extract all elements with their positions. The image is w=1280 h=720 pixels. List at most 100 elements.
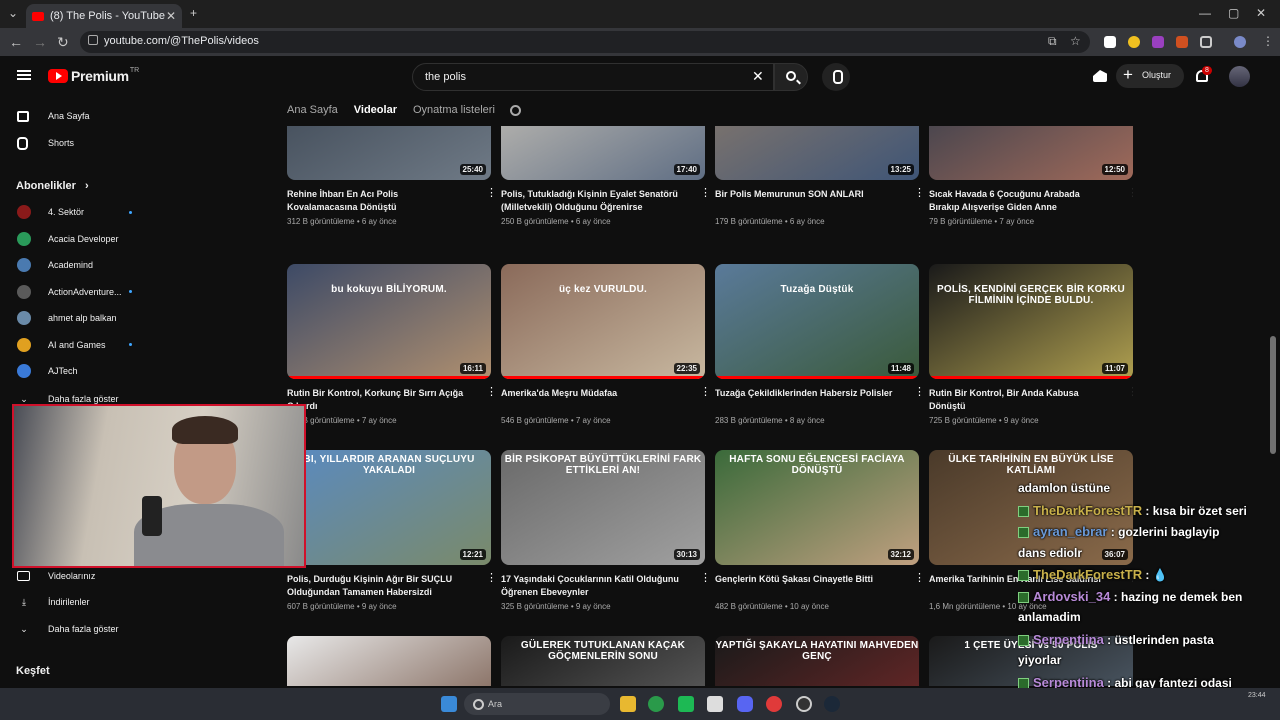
url-input[interactable]: youtube.com/@ThePolis/videos: [80, 31, 1090, 53]
install-icon[interactable]: ⧉: [1048, 34, 1057, 49]
clear-search-icon[interactable]: ✕: [752, 68, 764, 85]
more-actions-icon[interactable]: ⋮: [700, 573, 711, 584]
extension-icon[interactable]: [1128, 36, 1140, 48]
video-thumbnail[interactable]: 25:40: [287, 126, 491, 180]
obs-icon[interactable]: [796, 696, 812, 712]
cast-icon[interactable]: [1093, 70, 1107, 82]
page-scrollbar[interactable]: [1270, 336, 1276, 454]
video-card[interactable]: HAFTA SONU EĞLENCESİ FACİAYA DÖNÜŞTÜ 32:1…: [715, 450, 925, 611]
more-actions-icon[interactable]: ⋮: [486, 387, 497, 398]
video-title[interactable]: Rehine İhbarı En Acı Polis Kovalamacasın…: [287, 188, 467, 214]
video-title[interactable]: Amerika'da Meşru Müdafaa: [501, 387, 681, 413]
restore-icon[interactable]: ▢: [1228, 6, 1239, 20]
extension-icon[interactable]: [1104, 36, 1116, 48]
more-actions-icon[interactable]: ⋮: [486, 573, 497, 584]
tab-list-icon[interactable]: ⌄: [8, 6, 18, 20]
video-card[interactable]: YAPTIĞI ŞAKAYLA HAYATINI MAHVEDEN GENÇ: [715, 636, 919, 686]
video-title[interactable]: Rutin Bir Kontrol, Bir Anda Kabusa Dönüş…: [929, 387, 1109, 413]
taskbar-search[interactable]: Ara: [464, 693, 610, 715]
more-actions-icon[interactable]: ⋮: [914, 387, 925, 398]
sidebar-item-subscription[interactable]: Acacia Developer: [0, 226, 155, 252]
video-thumbnail[interactable]: POLİS, KENDİNİ GERÇEK BİR KORKU FİLMİNİN…: [929, 264, 1133, 379]
video-card[interactable]: BI, YILLARDIR ARANAN SUÇLUYU YAKALADI 12:…: [287, 450, 497, 611]
more-actions-icon[interactable]: ⋮: [914, 573, 925, 584]
video-thumbnail[interactable]: YAPTIĞI ŞAKAYLA HAYATINI MAHVEDEN GENÇ: [715, 636, 919, 686]
video-card[interactable]: BİR PSİKOPAT BÜYÜTTÜKLERİNİ FARK ETTİKLE…: [501, 450, 711, 611]
sidebar-item-subscription[interactable]: AI and Games: [0, 332, 155, 358]
sidebar-item-shorts[interactable]: Shorts: [0, 130, 155, 156]
tab-videos[interactable]: Videolar: [354, 104, 397, 116]
extensions-puzzle-icon[interactable]: [1200, 36, 1212, 48]
new-tab-icon[interactable]: +: [190, 6, 197, 20]
more-actions-icon[interactable]: ⋮: [486, 188, 497, 199]
profile-avatar-icon[interactable]: [1234, 36, 1246, 48]
create-button[interactable]: Oluştur: [1116, 64, 1184, 88]
chrome-icon[interactable]: [648, 696, 664, 712]
sidebar-item-downloads[interactable]: ⤓ İndirilenler: [0, 589, 155, 615]
channel-search-icon[interactable]: [510, 105, 521, 116]
discord-icon[interactable]: [737, 696, 753, 712]
bookmark-star-icon[interactable]: ☆: [1070, 34, 1081, 48]
video-thumbnail[interactable]: GÜLEREK TUTUKLANAN KAÇAK GÖÇMENLERİN SON…: [501, 636, 705, 686]
video-title[interactable]: Gençlerin Kötü Şakası Cinayetle Bitti: [715, 573, 895, 599]
file-explorer-icon[interactable]: [620, 696, 636, 712]
extension-icon[interactable]: [1152, 36, 1164, 48]
sidebar-item-subscription[interactable]: Academind: [0, 252, 155, 278]
hamburger-menu-icon[interactable]: [17, 70, 31, 80]
tab-playlists[interactable]: Oynatma listeleri: [413, 104, 495, 116]
more-actions-icon[interactable]: ⋮: [914, 188, 925, 199]
video-card[interactable]: üç kez VURULDU. 22:35 Amerika'da Meşru Müd…: [501, 264, 711, 425]
video-card[interactable]: [287, 636, 491, 686]
video-thumbnail[interactable]: Tuzağa Düştük 11:48: [715, 264, 919, 379]
video-card[interactable]: bu kokuyu BİLİYORUM. 16:11 Rutin Bir Kontr…: [287, 264, 497, 425]
sidebar-item-subscription[interactable]: ahmet alp balkan: [0, 305, 155, 331]
search-input[interactable]: the polis: [412, 63, 774, 91]
video-title[interactable]: Bir Polis Memurunun SON ANLARI: [715, 188, 895, 214]
account-avatar[interactable]: [1229, 66, 1250, 87]
video-card[interactable]: KATİLİ13:25 Bir Polis Memurunun SON ANLAR…: [715, 126, 925, 226]
more-actions-icon[interactable]: ⋮: [700, 387, 711, 398]
video-card[interactable]: 12:50 Sıcak Havada 6 Çocuğunu Arabada Bır…: [929, 126, 1133, 226]
sidebar-item-subscription[interactable]: ActionAdventure...: [0, 279, 155, 305]
search-button[interactable]: [774, 63, 808, 91]
extension-icon[interactable]: [1176, 36, 1188, 48]
reload-icon[interactable]: ↻: [57, 34, 69, 51]
show-more-button-2[interactable]: ⌄ Daha fazla göster: [0, 616, 155, 642]
video-card[interactable]: Tuzağa Düştük 11:48 Tuzağa Çekildiklerinde…: [715, 264, 925, 425]
video-thumbnail[interactable]: BİR PSİKOPAT BÜYÜTTÜKLERİNİ FARK ETTİKLE…: [501, 450, 705, 565]
minimize-icon[interactable]: —: [1199, 6, 1211, 20]
youtube-premium-logo[interactable]: Premium TR: [48, 67, 139, 84]
more-actions-icon[interactable]: ⋮: [1128, 188, 1133, 199]
youtube-app-icon[interactable]: [766, 696, 782, 712]
video-thumbnail[interactable]: KATİLİ13:25: [715, 126, 919, 180]
video-title[interactable]: 17 Yaşındaki Çocuklarının Katil Olduğunu…: [501, 573, 681, 599]
video-card[interactable]: GÜLEREK TUTUKLANAN KAÇAK GÖÇMENLERİN SON…: [501, 636, 705, 686]
close-window-icon[interactable]: ✕: [1256, 6, 1266, 20]
tab-home[interactable]: Ana Sayfa: [287, 104, 338, 116]
video-thumbnail[interactable]: BI, YILLARDIR ARANAN SUÇLUYU YAKALADI 12:…: [287, 450, 491, 565]
subscriptions-heading[interactable]: Abonelikler ›: [16, 180, 89, 192]
voice-search-icon[interactable]: [822, 63, 850, 91]
video-thumbnail[interactable]: 17:40: [501, 126, 705, 180]
video-title[interactable]: Polis, Durduğu Kişinin Ağır Bir SUÇLU Ol…: [287, 573, 467, 599]
sidebar-item-subscription[interactable]: AJTech: [0, 358, 155, 384]
video-title[interactable]: Sıcak Havada 6 Çocuğunu Arabada Bırakıp …: [929, 188, 1109, 214]
video-title[interactable]: Rutin Bir Kontrol, Korkunç Bir Sırrı Açı…: [287, 387, 467, 413]
more-actions-icon[interactable]: ⋮: [700, 188, 711, 199]
video-title[interactable]: Polis, Tutukladığı Kişinin Eyalet Senatö…: [501, 188, 681, 214]
video-thumbnail[interactable]: 12:50: [929, 126, 1133, 180]
video-card[interactable]: 25:40 Rehine İhbarı En Acı Polis Kovalama…: [287, 126, 497, 226]
start-icon[interactable]: [441, 696, 457, 712]
site-info-icon[interactable]: [88, 35, 98, 45]
sidebar-item-home[interactable]: Ana Sayfa: [0, 103, 155, 129]
back-icon[interactable]: ←: [9, 34, 23, 50]
video-thumbnail[interactable]: HAFTA SONU EĞLENCESİ FACİAYA DÖNÜŞTÜ 32:1…: [715, 450, 919, 565]
app-icon[interactable]: [678, 696, 694, 712]
tidal-icon[interactable]: [707, 696, 723, 712]
more-actions-icon[interactable]: ⋮: [1128, 387, 1133, 398]
video-card[interactable]: POLİS, KENDİNİ GERÇEK BİR KORKU FİLMİNİN…: [929, 264, 1133, 425]
forward-icon[interactable]: →: [33, 34, 47, 50]
video-title[interactable]: Tuzağa Çekildiklerinden Habersiz Polisle…: [715, 387, 895, 413]
browser-tab-youtube[interactable]: (8) The Polis - YouTube ✕: [26, 4, 182, 28]
video-thumbnail[interactable]: [287, 636, 491, 686]
